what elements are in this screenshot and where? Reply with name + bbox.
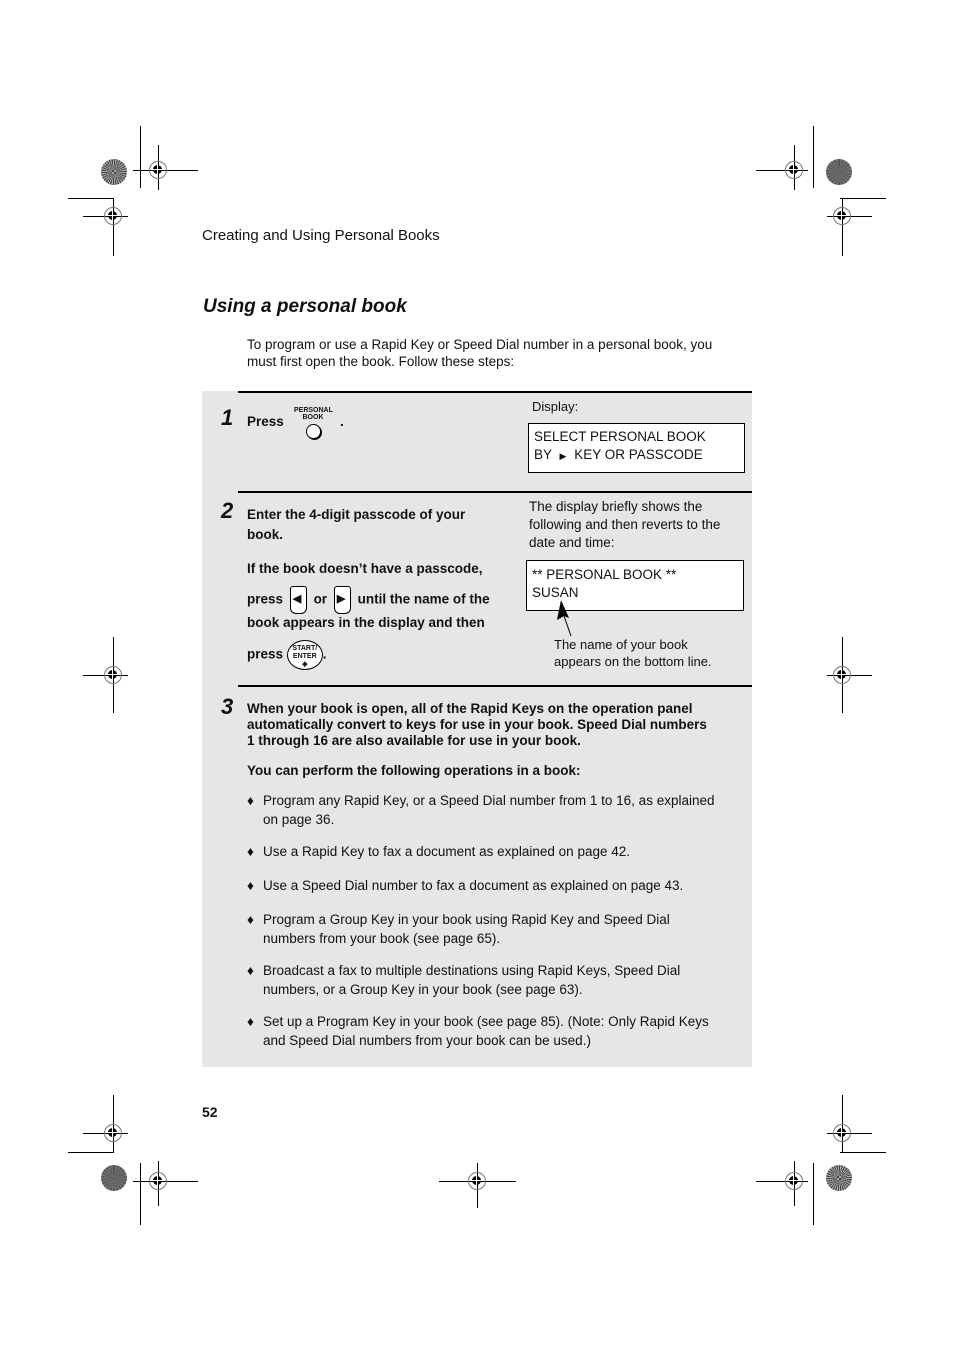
trim-line [140,1163,141,1225]
trim-line [68,198,114,199]
operation-list-item: ♦ Set up a Program Key in your book (see… [247,1014,709,1048]
step-2-display-line: book appears in the display and then [247,615,485,630]
callout-arrow-icon [557,600,572,637]
step-divider [238,391,752,393]
running-head: Creating and Using Personal Books [202,227,440,244]
trim-line [813,1163,814,1225]
lcd-line: ** PERSONAL BOOK ** [532,567,677,582]
step-divider [238,685,752,687]
starburst-mark-top-left [101,159,127,185]
operations-intro: You can perform the following operations… [247,763,581,778]
operation-list-item: ♦ Use a Rapid Key to fax a document as e… [247,844,630,859]
operation-list-item: ♦ Program a Group Key in your book using… [247,912,670,946]
operation-list-item: ♦ Broadcast a fax to multiple destinatio… [247,963,681,997]
step-2-arrow-line: press ◀ or ▶ until the name of the [247,586,490,614]
diamond-bullet-icon: ♦ [247,1014,254,1029]
starburst-mark-top-right [826,159,852,185]
step-1-instruction: Press [247,412,284,432]
step-number: 1 [221,405,234,430]
start-enter-key-icon: START/ ENTER ◈ [286,640,323,670]
lcd-line: SELECT PERSONAL BOOK [534,429,706,444]
step-2-instruction: Enter the 4-digit passcode of your book. [247,507,466,542]
callout-text: The name of your book appears on the bot… [554,637,712,669]
operation-list-item: ♦ Use a Speed Dial number to fax a docum… [247,878,684,893]
step-divider [238,491,752,493]
trim-line [840,198,886,199]
starburst-mark-bottom-left [101,1165,127,1191]
starburst-mark-bottom-right [826,1165,852,1191]
step-number: 3 [221,694,234,719]
step-1-period: . [340,414,344,429]
personal-book-key: PERSONAL BOOK [294,407,334,443]
display-caption: Display: [532,399,579,414]
step-number: 2 [221,498,234,523]
right-arrow-icon: ▶ [559,451,567,461]
left-arrow-key-icon: ◀ [289,586,307,614]
lcd-line: BY ▶ KEY OR PASSCODE [534,447,703,462]
step-2-start-line: press START/ ENTER ◈ . [247,640,327,670]
diamond-bullet-icon: ♦ [247,793,254,808]
trim-line [68,1152,114,1153]
intro-line: To program or use a Rapid Key or Speed D… [247,337,713,352]
press-label: Press [247,414,284,429]
right-arrow-key-icon: ▶ [333,586,351,614]
trim-line [840,1152,886,1153]
diamond-bullet-icon: ♦ [247,878,254,893]
personal-book-button-icon [306,424,321,439]
step-2-no-passcode-line: If the book doesn’t have a passcode, [247,561,483,576]
page-number: 52 [202,1104,218,1120]
step-3-paragraph: When your book is open, all of the Rapid… [247,701,707,748]
trim-line [813,126,814,188]
lcd-display-select-book: SELECT PERSONAL BOOK BY ▶ KEY OR PASSCOD… [528,423,745,473]
personal-book-key-label: PERSONAL BOOK [294,407,333,421]
operation-list-item: ♦ Program any Rapid Key, or a Speed Dial… [247,793,715,827]
diamond-bullet-icon: ♦ [247,963,254,978]
display-note: The display briefly shows the following … [529,499,721,550]
intro-line: must first open the book. Follow these s… [247,354,515,369]
intro-paragraph: To program or use a Rapid Key or Speed D… [247,336,747,370]
diamond-bullet-icon: ♦ [247,912,254,927]
trim-line [140,126,141,188]
diamond-bullet-icon: ♦ [247,844,254,859]
section-title: Using a personal book [203,296,407,317]
